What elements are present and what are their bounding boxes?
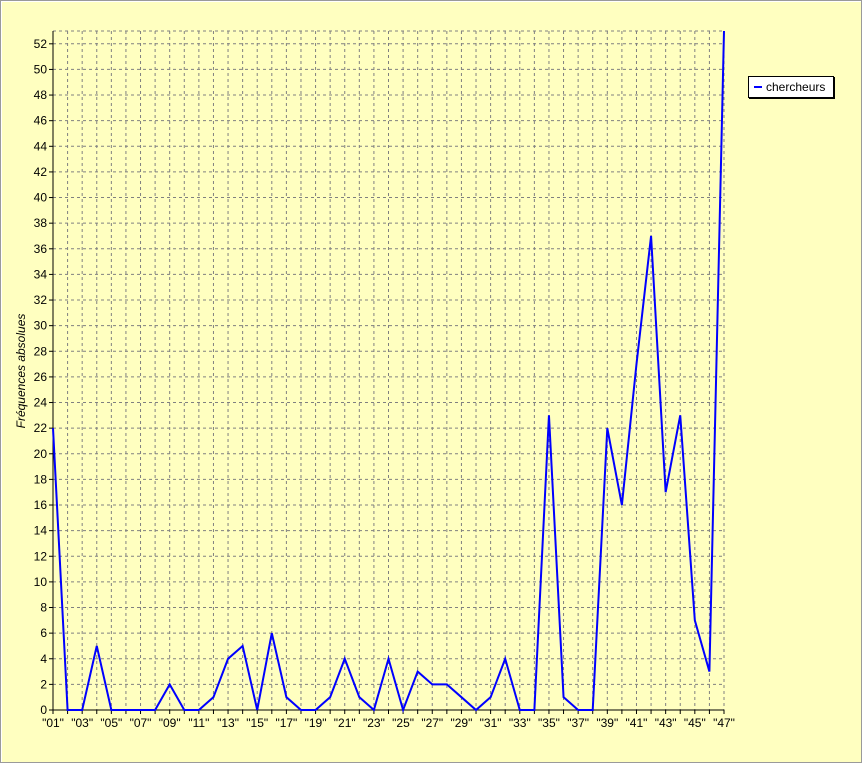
- x-tick-label: "07": [130, 716, 152, 730]
- y-tick-label: 34: [34, 267, 48, 281]
- x-tick-label: "33": [509, 716, 531, 730]
- x-axis-ticks: "01" "03" "05" "07" "09" "11" "13" "15" "17" "19"…: [42, 710, 735, 730]
- x-tick-label: "25": [392, 716, 414, 730]
- y-axis-ticks: 0246810121416182022242628303234363840424…: [34, 37, 53, 717]
- y-tick-label: 8: [40, 601, 47, 615]
- y-tick-label: 26: [34, 370, 48, 384]
- x-tick-label: "23": [363, 716, 385, 730]
- y-tick-label: 2: [40, 677, 47, 691]
- y-tick-label: 48: [34, 88, 48, 102]
- y-tick-label: 42: [34, 165, 48, 179]
- y-tick-label: 10: [34, 575, 48, 589]
- x-tick-label: "03": [71, 716, 93, 730]
- y-tick-label: 16: [34, 498, 48, 512]
- x-tick-label: "17": [275, 716, 297, 730]
- y-tick-label: 12: [34, 549, 48, 563]
- y-tick-label: 6: [40, 626, 47, 640]
- x-tick-label: "29": [450, 716, 472, 730]
- x-tick-label: "09": [159, 716, 181, 730]
- x-tick-label: "39": [596, 716, 618, 730]
- x-tick-label: "37": [567, 716, 589, 730]
- legend: chercheurs: [748, 76, 834, 98]
- y-tick-label: 50: [34, 62, 48, 76]
- y-tick-label: 46: [34, 114, 48, 128]
- x-tick-label: "11": [188, 716, 209, 730]
- y-tick-label: 4: [40, 652, 47, 666]
- x-tick-label: "35": [538, 716, 560, 730]
- legend-swatch-chercheurs: [754, 86, 762, 88]
- x-tick-label: "27": [421, 716, 443, 730]
- legend-label-chercheurs: chercheurs: [766, 80, 826, 94]
- y-axis-label: Fréquences absolues: [14, 314, 28, 429]
- y-tick-label: 38: [34, 216, 48, 230]
- x-tick-label: "01": [42, 716, 64, 730]
- y-tick-label: 20: [34, 447, 48, 461]
- y-tick-label: 14: [34, 524, 48, 538]
- x-tick-label: "19": [305, 716, 327, 730]
- y-tick-label: 52: [34, 37, 48, 51]
- grid: [53, 30, 725, 710]
- x-tick-label: "43": [655, 716, 677, 730]
- y-tick-label: 32: [34, 293, 48, 307]
- y-tick-label: 22: [34, 421, 48, 435]
- x-tick-label: "31": [480, 716, 502, 730]
- line-chart: 0246810121416182022242628303234363840424…: [14, 30, 735, 730]
- y-tick-label: 44: [34, 139, 48, 153]
- x-tick-label: "13": [217, 716, 239, 730]
- y-tick-label: 28: [34, 344, 48, 358]
- x-tick-label: "21": [334, 716, 356, 730]
- x-tick-label: "41": [626, 716, 648, 730]
- y-tick-label: 30: [34, 319, 48, 333]
- y-tick-label: 36: [34, 242, 48, 256]
- y-tick-label: 18: [34, 472, 48, 486]
- y-tick-label: 0: [40, 703, 47, 717]
- x-tick-label: "15": [246, 716, 268, 730]
- x-tick-label: "47": [713, 716, 735, 730]
- x-tick-label: "45": [684, 716, 706, 730]
- y-tick-label: 40: [34, 191, 48, 205]
- chart-window: 0 2 4 6 8 10 12 14 16 18 20 22 24 26 28 30 32 34 36 38 40 42 4…: [0, 0, 862, 763]
- y-tick-label: 24: [34, 396, 48, 410]
- x-tick-label: "05": [100, 716, 122, 730]
